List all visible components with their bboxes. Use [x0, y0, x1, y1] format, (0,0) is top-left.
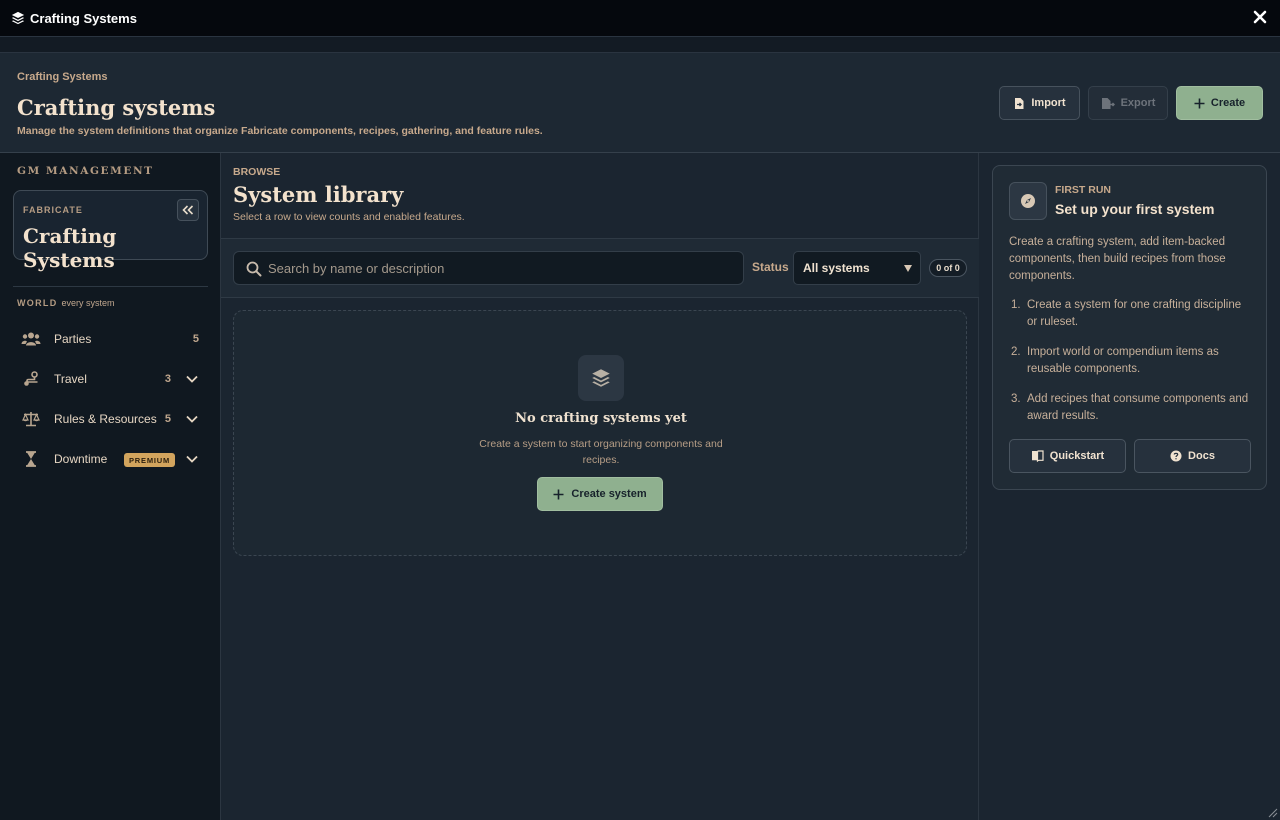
- sidebar-divider: [13, 286, 208, 287]
- breadcrumb[interactable]: Crafting Systems: [17, 71, 107, 83]
- status-select[interactable]: All systems: [793, 251, 921, 285]
- sidebar-item-downtime[interactable]: Downtime PREMIUM: [13, 441, 208, 477]
- resize-handle-icon[interactable]: [1266, 806, 1278, 818]
- sidebar-item-count: 5: [164, 413, 171, 425]
- import-label: Import: [1031, 97, 1066, 109]
- right-panel: FIRST RUN Set up your first system Creat…: [980, 153, 1280, 820]
- plus-icon: [553, 489, 564, 499]
- compass-icon: [1009, 182, 1047, 220]
- first-run-title: Set up your first system: [1055, 201, 1215, 217]
- search-icon: [246, 261, 262, 277]
- step-number: 1.: [1011, 299, 1021, 311]
- question-circle-icon: [1170, 450, 1182, 462]
- export-label: Export: [1120, 97, 1156, 109]
- world-scope: WORLD every system: [17, 298, 115, 308]
- page-header: Crafting Systems Crafting systems Manage…: [0, 53, 1280, 153]
- sidebar-item-rules-resources[interactable]: Rules & Resources 5: [13, 401, 208, 437]
- chevron-down-icon[interactable]: [185, 412, 199, 426]
- route-icon: [21, 370, 41, 388]
- empty-state: No crafting systems yet Create a system …: [233, 310, 967, 556]
- fabricate-card: FABRICATE Crafting Systems: [13, 190, 208, 272]
- step-text: Create a system for one crafting discipl…: [1027, 299, 1242, 328]
- create-button[interactable]: Create: [1176, 86, 1263, 120]
- empty-state-description: Create a system to start organizing comp…: [479, 438, 723, 466]
- search-box: [233, 251, 744, 285]
- window-subbar: [0, 37, 1280, 53]
- chevron-down-icon[interactable]: [185, 452, 199, 466]
- window-title: Crafting Systems: [30, 10, 137, 26]
- quickstart-button[interactable]: Quickstart: [1009, 439, 1126, 473]
- book-icon: [1031, 450, 1044, 462]
- page-description: Manage the system definitions that organ…: [17, 125, 543, 137]
- collapse-sidebar-button[interactable]: [177, 199, 199, 221]
- step-number: 2.: [1011, 346, 1021, 358]
- results-count-badge: 0 of 0: [929, 259, 967, 277]
- fabricate-title: Crafting Systems: [23, 224, 117, 272]
- create-label: Create: [1210, 97, 1246, 109]
- chevrons-left-icon: [182, 205, 194, 215]
- list-item: 3. Add recipes that consume components an…: [1009, 391, 1254, 425]
- sidebar-item-label: Rules & Resources: [54, 412, 157, 426]
- library-title: System library: [233, 182, 404, 207]
- empty-state-title: No crafting systems yet: [515, 411, 687, 426]
- import-button[interactable]: Import: [999, 86, 1080, 120]
- hourglass-icon: [21, 450, 41, 468]
- file-import-icon: [1015, 97, 1024, 109]
- step-number: 3.: [1011, 393, 1021, 405]
- world-scope-text: every system: [61, 298, 115, 308]
- plus-icon: [1194, 98, 1205, 108]
- page-title: Crafting systems: [17, 95, 216, 120]
- first-run-card: FIRST RUN Set up your first system Creat…: [992, 165, 1267, 490]
- filter-toolbar: Status All systems 0 of 0: [221, 238, 979, 298]
- create-system-label: Create system: [571, 488, 647, 500]
- quickstart-label: Quickstart: [1049, 450, 1105, 462]
- library-description: Select a row to view counts and enabled …: [233, 211, 465, 223]
- main-content: BROWSE System library Select a row to vi…: [221, 153, 979, 820]
- sidebar-heading: GM MANAGEMENT: [17, 165, 154, 177]
- users-icon: [21, 330, 41, 348]
- premium-badge: PREMIUM: [124, 453, 176, 467]
- status-select-value: All systems: [803, 261, 870, 275]
- window-titlebar: Crafting Systems: [0, 0, 1280, 37]
- sidebar-item-parties[interactable]: Parties 5: [13, 321, 208, 357]
- layers-icon: [578, 355, 624, 401]
- scales-icon: [21, 410, 41, 428]
- list-item: 2. Import world or compendium items as re…: [1009, 344, 1254, 378]
- browse-label: BROWSE: [233, 166, 281, 178]
- step-text: Add recipes that consume components and …: [1027, 393, 1249, 422]
- first-run-description: Create a crafting system, add item-backe…: [1009, 236, 1226, 282]
- search-input[interactable]: [268, 252, 738, 284]
- export-button[interactable]: Export: [1088, 86, 1168, 120]
- sidebar-item-travel[interactable]: Travel 3: [13, 361, 208, 397]
- chevron-down-icon[interactable]: [185, 372, 199, 386]
- close-icon[interactable]: [1253, 10, 1267, 24]
- first-run-steps: 1. Create a system for one crafting disci…: [1009, 297, 1254, 438]
- world-label: WORLD: [17, 298, 58, 308]
- step-text: Import world or compendium items as reus…: [1027, 346, 1219, 375]
- fabricate-label: FABRICATE: [23, 205, 83, 215]
- caret-down-icon: [904, 265, 912, 272]
- docs-button[interactable]: Docs: [1134, 439, 1251, 473]
- sidebar-item-count: 5: [192, 333, 199, 345]
- sidebar-item-count: 3: [164, 373, 171, 385]
- first-run-label: FIRST RUN: [1055, 184, 1111, 196]
- sidebar-item-label: Downtime: [54, 452, 108, 466]
- list-item: 1. Create a system for one crafting disci…: [1009, 297, 1254, 331]
- sidebar-item-label: Travel: [54, 372, 87, 386]
- sidebar-item-label: Parties: [54, 332, 92, 346]
- sidebar: GM MANAGEMENT FABRICATE Crafting Systems…: [0, 153, 221, 820]
- file-export-icon: [1101, 97, 1115, 109]
- status-label: Status: [752, 260, 789, 274]
- create-system-button[interactable]: Create system: [537, 477, 663, 511]
- layers-icon: [11, 11, 25, 25]
- docs-label: Docs: [1188, 450, 1215, 462]
